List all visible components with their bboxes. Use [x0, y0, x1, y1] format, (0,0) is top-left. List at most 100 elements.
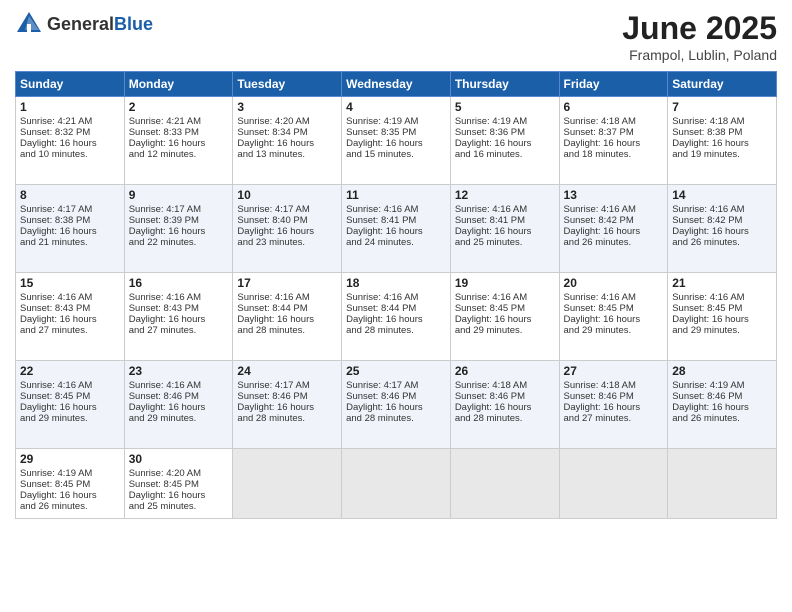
cell-text: and 12 minutes.	[129, 149, 229, 160]
cell-text: Sunrise: 4:17 AM	[129, 204, 229, 215]
day-number: 20	[564, 276, 664, 290]
cell-text: Sunrise: 4:18 AM	[672, 116, 772, 127]
header: GeneralBlue June 2025 Frampol, Lublin, P…	[15, 10, 777, 63]
calendar-cell: 9Sunrise: 4:17 AMSunset: 8:39 PMDaylight…	[124, 185, 233, 273]
day-number: 15	[20, 276, 120, 290]
day-number: 19	[455, 276, 555, 290]
cell-text: Daylight: 16 hours	[20, 490, 120, 501]
calendar-cell: 12Sunrise: 4:16 AMSunset: 8:41 PMDayligh…	[450, 185, 559, 273]
calendar-col-header: Wednesday	[342, 72, 451, 97]
cell-text: Sunset: 8:45 PM	[129, 479, 229, 490]
day-number: 11	[346, 188, 446, 202]
cell-text: Daylight: 16 hours	[129, 402, 229, 413]
cell-text: Daylight: 16 hours	[20, 314, 120, 325]
cell-text: Sunset: 8:43 PM	[20, 303, 120, 314]
cell-text: Daylight: 16 hours	[129, 490, 229, 501]
cell-text: Sunset: 8:46 PM	[237, 391, 337, 402]
cell-text: Daylight: 16 hours	[564, 138, 664, 149]
calendar-cell: 24Sunrise: 4:17 AMSunset: 8:46 PMDayligh…	[233, 361, 342, 449]
title-month: June 2025	[622, 10, 777, 47]
calendar-cell: 8Sunrise: 4:17 AMSunset: 8:38 PMDaylight…	[16, 185, 125, 273]
cell-text: Daylight: 16 hours	[672, 226, 772, 237]
cell-text: Sunrise: 4:21 AM	[20, 116, 120, 127]
cell-text: Sunrise: 4:16 AM	[346, 204, 446, 215]
cell-text: Daylight: 16 hours	[564, 402, 664, 413]
cell-text: Daylight: 16 hours	[346, 314, 446, 325]
calendar-cell: 3Sunrise: 4:20 AMSunset: 8:34 PMDaylight…	[233, 97, 342, 185]
calendar-cell	[668, 449, 777, 519]
calendar-cell: 15 Sunrise: 4:16 AMSunset: 8:43 PMDayligh…	[16, 273, 125, 361]
cell-text: and 25 minutes.	[129, 501, 229, 512]
cell-text: Daylight: 16 hours	[237, 226, 337, 237]
cell-text: Sunset: 8:41 PM	[455, 215, 555, 226]
day-number: 4	[346, 100, 446, 114]
cell-text: and 28 minutes.	[237, 325, 337, 336]
day-number: 21	[672, 276, 772, 290]
day-number: 8	[20, 188, 120, 202]
calendar-cell: 20Sunrise: 4:16 AMSunset: 8:45 PMDayligh…	[559, 273, 668, 361]
calendar: SundayMondayTuesdayWednesdayThursdayFrid…	[15, 71, 777, 519]
cell-text: and 26 minutes.	[672, 237, 772, 248]
cell-text: Daylight: 16 hours	[455, 314, 555, 325]
cell-text: and 27 minutes.	[20, 325, 120, 336]
cell-text: and 29 minutes.	[672, 325, 772, 336]
day-number: 24	[237, 364, 337, 378]
cell-text: and 26 minutes.	[20, 501, 120, 512]
calendar-cell: 30 Sunrise: 4:20 AMSunset: 8:45 PMDayligh…	[124, 449, 233, 519]
cell-text: Sunset: 8:45 PM	[20, 391, 120, 402]
day-number: 2	[129, 100, 229, 114]
calendar-cell: 6Sunrise: 4:18 AMSunset: 8:37 PMDaylight…	[559, 97, 668, 185]
page: GeneralBlue June 2025 Frampol, Lublin, P…	[0, 0, 792, 612]
cell-text: Sunrise: 4:17 AM	[237, 380, 337, 391]
cell-text: Sunrise: 4:19 AM	[455, 116, 555, 127]
logo-icon	[15, 10, 43, 38]
cell-text: Sunrise: 4:16 AM	[20, 292, 120, 303]
cell-text: and 26 minutes.	[672, 413, 772, 424]
cell-text: and 13 minutes.	[237, 149, 337, 160]
calendar-col-header: Friday	[559, 72, 668, 97]
cell-text: Daylight: 16 hours	[564, 314, 664, 325]
cell-text: Sunrise: 4:20 AM	[129, 468, 229, 479]
cell-text: and 29 minutes.	[564, 325, 664, 336]
cell-text: Daylight: 16 hours	[672, 138, 772, 149]
cell-text: Daylight: 16 hours	[346, 226, 446, 237]
calendar-cell: 19Sunrise: 4:16 AMSunset: 8:45 PMDayligh…	[450, 273, 559, 361]
cell-text: Daylight: 16 hours	[20, 138, 120, 149]
cell-text: and 21 minutes.	[20, 237, 120, 248]
cell-text: Sunrise: 4:19 AM	[346, 116, 446, 127]
cell-text: and 28 minutes.	[346, 413, 446, 424]
cell-text: Daylight: 16 hours	[237, 314, 337, 325]
calendar-col-header: Thursday	[450, 72, 559, 97]
calendar-cell: 2Sunrise: 4:21 AMSunset: 8:33 PMDaylight…	[124, 97, 233, 185]
day-number: 30	[129, 452, 229, 466]
calendar-cell: 26Sunrise: 4:18 AMSunset: 8:46 PMDayligh…	[450, 361, 559, 449]
cell-text: Sunset: 8:42 PM	[672, 215, 772, 226]
cell-text: Sunset: 8:45 PM	[455, 303, 555, 314]
calendar-col-header: Saturday	[668, 72, 777, 97]
cell-text: and 18 minutes.	[564, 149, 664, 160]
day-number: 27	[564, 364, 664, 378]
calendar-cell: 17Sunrise: 4:16 AMSunset: 8:44 PMDayligh…	[233, 273, 342, 361]
day-number: 17	[237, 276, 337, 290]
calendar-week-row: 29Sunrise: 4:19 AMSunset: 8:45 PMDayligh…	[16, 449, 777, 519]
cell-text: Sunset: 8:42 PM	[564, 215, 664, 226]
calendar-cell	[559, 449, 668, 519]
cell-text: and 15 minutes.	[346, 149, 446, 160]
calendar-cell: 5Sunrise: 4:19 AMSunset: 8:36 PMDaylight…	[450, 97, 559, 185]
cell-text: Sunset: 8:46 PM	[346, 391, 446, 402]
cell-text: Sunrise: 4:19 AM	[672, 380, 772, 391]
cell-text: Sunset: 8:45 PM	[672, 303, 772, 314]
cell-text: Daylight: 16 hours	[20, 402, 120, 413]
cell-text: and 29 minutes.	[129, 413, 229, 424]
cell-text: Sunrise: 4:20 AM	[237, 116, 337, 127]
cell-text: Sunrise: 4:17 AM	[237, 204, 337, 215]
cell-text: Sunset: 8:45 PM	[20, 479, 120, 490]
day-number: 6	[564, 100, 664, 114]
cell-text: Sunset: 8:38 PM	[672, 127, 772, 138]
calendar-week-row: 8Sunrise: 4:17 AMSunset: 8:38 PMDaylight…	[16, 185, 777, 273]
cell-text: Sunset: 8:35 PM	[346, 127, 446, 138]
cell-text: Daylight: 16 hours	[455, 226, 555, 237]
day-number: 7	[672, 100, 772, 114]
logo: GeneralBlue	[15, 10, 153, 38]
cell-text: and 28 minutes.	[346, 325, 446, 336]
